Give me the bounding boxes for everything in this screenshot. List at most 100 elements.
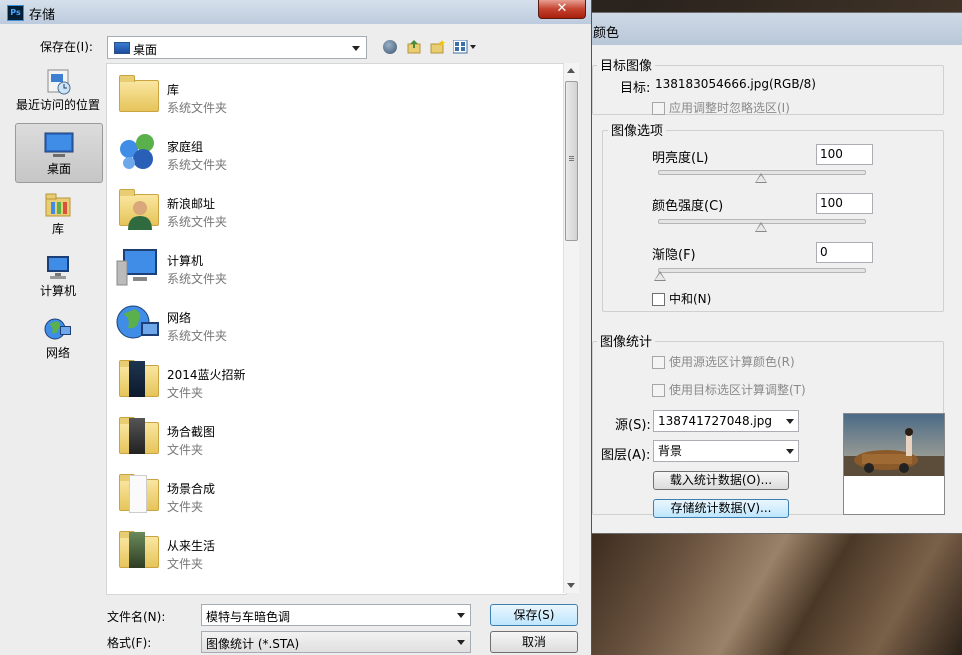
list-item-name: 网络 — [167, 311, 192, 325]
list-item-type: 文件夹 — [167, 443, 204, 457]
list-item[interactable]: 网络 系统文件夹 — [113, 294, 553, 351]
list-item-type: 文件夹 — [167, 557, 204, 571]
list-item-type: 文件夹 — [167, 386, 204, 400]
chevron-down-icon — [786, 419, 794, 424]
fade-input[interactable]: 0 — [816, 242, 873, 263]
background-photo — [590, 530, 962, 655]
desktop-icon — [44, 132, 74, 157]
folder-icon — [115, 414, 161, 460]
list-item[interactable]: 场景合成 文件夹 — [113, 465, 553, 522]
list-item[interactable]: 场合截图 文件夹 — [113, 408, 553, 465]
list-item-name: 计算机 — [167, 254, 204, 268]
chevron-down-icon[interactable] — [457, 613, 465, 618]
list-item-type: 系统文件夹 — [167, 329, 228, 343]
luminance-input[interactable]: 100 — [816, 144, 873, 165]
network-icon — [44, 318, 71, 340]
use-target-selection-label: 使用目标选区计算调整(T) — [669, 383, 806, 397]
file-list-scrollbar[interactable] — [563, 63, 579, 593]
color-intensity-input[interactable]: 100 — [816, 193, 873, 214]
chevron-down-icon — [352, 46, 360, 51]
scroll-down-icon[interactable] — [567, 583, 575, 588]
list-item[interactable]: 从来生活 文件夹 — [113, 522, 553, 579]
source-select[interactable]: 138741727048.jpg — [653, 410, 799, 432]
list-item[interactable]: 新浪邮址 系统文件夹 — [113, 180, 553, 237]
luminance-label: 明亮度(L) — [652, 151, 709, 166]
list-item-name: 从来生活 — [167, 539, 216, 553]
use-source-selection-box[interactable] — [652, 356, 665, 369]
list-item-name: 新浪邮址 — [167, 197, 216, 211]
place-desktop-label: 桌面 — [46, 162, 71, 176]
filename-combobox[interactable]: 模特与车暗色调 — [201, 604, 471, 626]
format-label: 格式(F): — [107, 636, 152, 650]
target-label: 目标: — [620, 81, 651, 96]
load-stats-button[interactable]: 载入统计数据(O)... — [653, 471, 789, 490]
scrollbar-thumb[interactable] — [565, 81, 578, 241]
libraries-folder-icon — [115, 72, 161, 118]
list-item-type: 文件夹 — [167, 500, 204, 514]
chevron-down-icon — [457, 640, 465, 645]
place-desktop[interactable]: 桌面 — [15, 123, 103, 183]
place-computer[interactable]: 计算机 — [15, 252, 101, 304]
view-menu-icon[interactable] — [452, 39, 477, 54]
save-button[interactable]: 保存(S) — [490, 604, 578, 626]
folder-icon — [115, 357, 161, 403]
save-stats-button[interactable]: 存储统计数据(V)... — [653, 499, 789, 518]
use-target-selection-checkbox[interactable]: 使用目标选区计算调整(T) — [652, 381, 806, 398]
scroll-up-icon[interactable] — [567, 68, 575, 73]
list-item[interactable]: 计算机 系统文件夹 — [113, 237, 553, 294]
use-target-selection-box[interactable] — [652, 384, 665, 397]
list-item-name: 库 — [167, 83, 180, 97]
neutralize-box[interactable] — [652, 293, 665, 306]
place-computer-label: 计算机 — [39, 284, 76, 298]
place-libraries[interactable]: 库 — [15, 190, 101, 242]
desktop-icon — [114, 42, 130, 54]
list-item-type: 系统文件夹 — [167, 158, 228, 172]
target-value: 138183054666.jpg(RGB/8) — [655, 77, 816, 91]
use-source-selection-label: 使用源选区计算颜色(R) — [669, 355, 795, 369]
list-item-name: 2014蓝火招新 — [167, 368, 246, 382]
match-color-titlebar: 颜色 — [585, 13, 962, 45]
new-folder-icon[interactable] — [430, 39, 446, 54]
close-button[interactable]: ✕ — [538, 0, 586, 19]
ignore-selection-checkbox[interactable]: 应用调整时忽略选区(I) — [652, 99, 790, 116]
up-folder-icon[interactable] — [407, 39, 421, 54]
source-label: 源(S): — [615, 418, 651, 433]
list-item[interactable]: 家庭组 系统文件夹 — [113, 123, 553, 180]
save-dialog: Ps 存储 ✕ 保存在(I): 桌面 最近访问的位置 桌面 库 计算机 网络 库… — [0, 0, 592, 655]
fade-slider-track[interactable] — [658, 268, 866, 273]
match-color-title: 颜色 — [593, 26, 620, 41]
homegroup-icon — [115, 129, 161, 175]
filename-input[interactable]: 模特与车暗色调 — [206, 608, 290, 625]
place-recent[interactable]: 最近访问的位置 — [15, 66, 101, 118]
use-source-selection-checkbox[interactable]: 使用源选区计算颜色(R) — [652, 353, 795, 370]
computer-icon — [115, 243, 161, 289]
recent-places-icon — [47, 69, 71, 95]
image-stats-group-label: 图像统计 — [597, 331, 656, 350]
list-item-type: 系统文件夹 — [167, 272, 228, 286]
list-item[interactable]: 库 系统文件夹 — [113, 66, 553, 123]
neutralize-checkbox[interactable]: 中和(N) — [652, 290, 711, 307]
cancel-button[interactable]: 取消 — [490, 631, 578, 653]
back-icon[interactable] — [383, 40, 397, 54]
save-dialog-titlebar[interactable]: Ps 存储 — [0, 0, 591, 24]
place-network[interactable]: 网络 — [15, 314, 101, 366]
save-in-select[interactable]: 桌面 — [107, 36, 367, 59]
luminance-slider-thumb[interactable] — [755, 173, 767, 183]
close-icon: ✕ — [556, 1, 568, 16]
color-intensity-label: 颜色强度(C) — [652, 199, 724, 214]
format-value: 图像统计 (*.STA) — [206, 637, 300, 651]
computer-icon — [47, 256, 69, 279]
format-select[interactable]: 图像统计 (*.STA) — [201, 631, 471, 653]
chevron-down-icon — [786, 449, 794, 454]
list-item[interactable]: 2014蓝火招新 文件夹 — [113, 351, 553, 408]
list-item-type: 系统文件夹 — [167, 215, 228, 229]
ignore-selection-box[interactable] — [652, 102, 665, 115]
layer-select[interactable]: 背景 — [653, 440, 799, 462]
fade-slider-thumb[interactable] — [654, 271, 666, 281]
color-intensity-slider-thumb[interactable] — [755, 222, 767, 232]
layer-label: 图层(A): — [601, 448, 651, 463]
filename-label: 文件名(N): — [107, 610, 166, 624]
place-recent-label: 最近访问的位置 — [15, 98, 100, 112]
list-item-name: 家庭组 — [167, 140, 204, 154]
network-icon — [115, 300, 161, 346]
